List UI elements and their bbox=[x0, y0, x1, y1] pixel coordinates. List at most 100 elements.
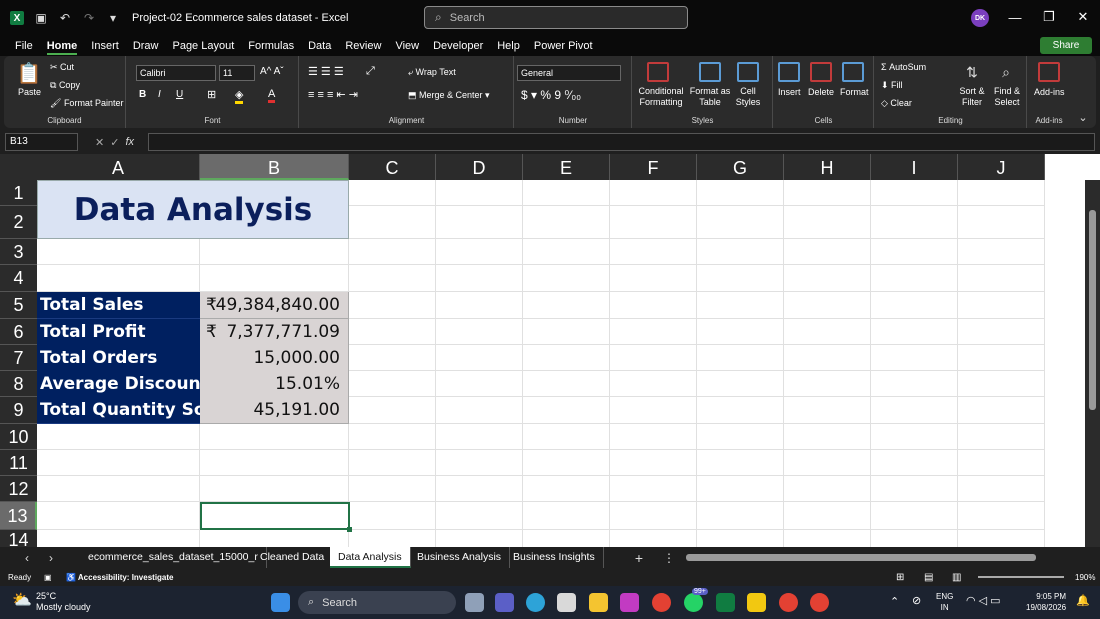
metric-label[interactable]: Total Quantity Sold bbox=[37, 397, 200, 424]
tab-draw[interactable]: Draw bbox=[126, 36, 166, 56]
page-layout-icon[interactable]: ▤ bbox=[924, 572, 933, 583]
teams-icon[interactable] bbox=[495, 593, 514, 612]
grid-cell[interactable] bbox=[871, 292, 958, 319]
metric-label[interactable]: Average Discount bbox=[37, 371, 200, 398]
grid-cell[interactable] bbox=[697, 180, 784, 206]
column-header-a[interactable]: A bbox=[37, 154, 200, 180]
row-header-6[interactable]: 6 bbox=[0, 319, 37, 345]
grid-cell[interactable] bbox=[349, 502, 436, 530]
grid-cell[interactable] bbox=[871, 180, 958, 206]
grid-cell[interactable] bbox=[523, 450, 610, 476]
name-box[interactable]: B13 bbox=[5, 133, 78, 151]
grid-cell[interactable] bbox=[436, 476, 523, 502]
notification-bell-icon[interactable]: 🔔 bbox=[1076, 594, 1090, 607]
grid-cell[interactable] bbox=[436, 319, 523, 345]
font-grow-icon[interactable]: A^ Aˇ bbox=[260, 66, 284, 77]
clear-button[interactable]: ◇ Clear bbox=[881, 98, 912, 109]
grid-cell[interactable] bbox=[610, 502, 697, 530]
row-header-14[interactable]: 14 bbox=[0, 530, 37, 547]
cut-button[interactable]: ✂ Cut bbox=[50, 62, 74, 73]
grid-cell[interactable] bbox=[610, 371, 697, 397]
grid-cell[interactable] bbox=[200, 476, 349, 502]
grid-cell[interactable] bbox=[697, 292, 784, 319]
metric-label[interactable]: Total Orders bbox=[37, 345, 200, 372]
grid-cell[interactable] bbox=[871, 265, 958, 292]
grid-cell[interactable] bbox=[37, 530, 200, 547]
grid-cell[interactable] bbox=[784, 476, 871, 502]
format-painter-button[interactable]: 🖌 Format Painter bbox=[50, 98, 123, 109]
grid-cell[interactable] bbox=[200, 450, 349, 476]
grid-cell[interactable] bbox=[610, 530, 697, 547]
metric-label[interactable]: Total Sales bbox=[37, 292, 200, 319]
grid-cell[interactable] bbox=[784, 180, 871, 206]
sheet-title[interactable]: Data Analysis bbox=[37, 180, 349, 239]
grid-cell[interactable] bbox=[784, 345, 871, 371]
grid-cell[interactable] bbox=[523, 206, 610, 239]
grid-cell[interactable] bbox=[436, 502, 523, 530]
scroll-thumb[interactable] bbox=[1089, 210, 1096, 410]
column-header-d[interactable]: D bbox=[436, 154, 523, 180]
grid-cell[interactable] bbox=[784, 371, 871, 397]
page-break-icon[interactable]: ▥ bbox=[952, 572, 961, 583]
grid-cell[interactable] bbox=[610, 292, 697, 319]
align-top-icon[interactable]: ☰ ☰ ☰ bbox=[308, 65, 344, 78]
grid-cell[interactable] bbox=[958, 239, 1045, 265]
grid-cell[interactable] bbox=[200, 424, 349, 450]
enter-icon[interactable]: ✓ bbox=[110, 136, 119, 149]
row-header-10[interactable]: 10 bbox=[0, 424, 37, 450]
minimize-icon[interactable]: — bbox=[1006, 8, 1024, 26]
grid-cell[interactable] bbox=[349, 371, 436, 397]
sheet-tab[interactable]: ecommerce_sales_dataset_15000_r bbox=[80, 547, 267, 568]
grid-cell[interactable] bbox=[436, 180, 523, 206]
italic-icon[interactable]: I bbox=[158, 89, 161, 100]
zoom-level[interactable]: 190% bbox=[1075, 573, 1095, 582]
grid-cell[interactable] bbox=[871, 502, 958, 530]
column-header-g[interactable]: G bbox=[697, 154, 784, 180]
row-header-2[interactable]: 2 bbox=[0, 206, 37, 239]
grid-cell[interactable] bbox=[349, 292, 436, 319]
language-indicator[interactable]: ENG IN bbox=[936, 591, 953, 613]
normal-view-icon[interactable]: ⊞ bbox=[896, 572, 904, 583]
column-header-b[interactable]: B bbox=[200, 154, 349, 180]
grid-cell[interactable] bbox=[610, 180, 697, 206]
grid-cell[interactable] bbox=[697, 450, 784, 476]
chevron-up-icon[interactable]: ⌃ bbox=[890, 595, 899, 608]
row-header-13[interactable]: 13 bbox=[0, 502, 37, 530]
grid-cell[interactable] bbox=[610, 424, 697, 450]
grid-cell[interactable] bbox=[523, 371, 610, 397]
save-icon[interactable]: ▣ bbox=[34, 11, 48, 25]
font-name-select[interactable]: Calibri bbox=[136, 65, 216, 81]
insert-function-icon[interactable]: fx bbox=[125, 136, 134, 148]
grid-cell[interactable] bbox=[523, 476, 610, 502]
grid-cell[interactable] bbox=[610, 476, 697, 502]
chrome-icon[interactable] bbox=[810, 593, 829, 612]
grid-cell[interactable] bbox=[436, 371, 523, 397]
cloud-off-icon[interactable]: ⊘ bbox=[912, 594, 921, 607]
metric-label[interactable]: Total Profit bbox=[37, 319, 200, 346]
metric-value[interactable]: ₹7,377,771.09 bbox=[200, 319, 349, 346]
grid-cell[interactable] bbox=[200, 239, 349, 265]
grid-cell[interactable] bbox=[523, 292, 610, 319]
conditional-formatting-icon[interactable] bbox=[647, 62, 669, 82]
chrome-icon[interactable] bbox=[652, 593, 671, 612]
row-header-4[interactable]: 4 bbox=[0, 265, 37, 292]
grid-cell[interactable] bbox=[349, 319, 436, 345]
grid-cell[interactable] bbox=[349, 180, 436, 206]
insert-cells-button[interactable]: Insert bbox=[778, 87, 801, 97]
grid-cell[interactable] bbox=[958, 424, 1045, 450]
search-input[interactable]: ⌕ Search bbox=[424, 6, 688, 29]
row-header-12[interactable]: 12 bbox=[0, 476, 37, 502]
grid-cell[interactable] bbox=[958, 530, 1045, 547]
grid-cell[interactable] bbox=[523, 502, 610, 530]
whatsapp-icon[interactable] bbox=[684, 593, 703, 612]
autosum-button[interactable]: Σ AutoSum bbox=[881, 62, 926, 72]
tab-home[interactable]: Home bbox=[40, 36, 85, 56]
copilot-icon[interactable] bbox=[620, 593, 639, 612]
grid-cell[interactable] bbox=[697, 424, 784, 450]
align-left-icon[interactable]: ≡ ≡ ≡ ⇤ ⇥ bbox=[308, 88, 358, 101]
grid-cell[interactable] bbox=[958, 476, 1045, 502]
grid-cell[interactable] bbox=[37, 424, 200, 450]
grid-cell[interactable] bbox=[958, 206, 1045, 239]
grid-cell[interactable] bbox=[349, 265, 436, 292]
tab-developer[interactable]: Developer bbox=[426, 36, 490, 56]
